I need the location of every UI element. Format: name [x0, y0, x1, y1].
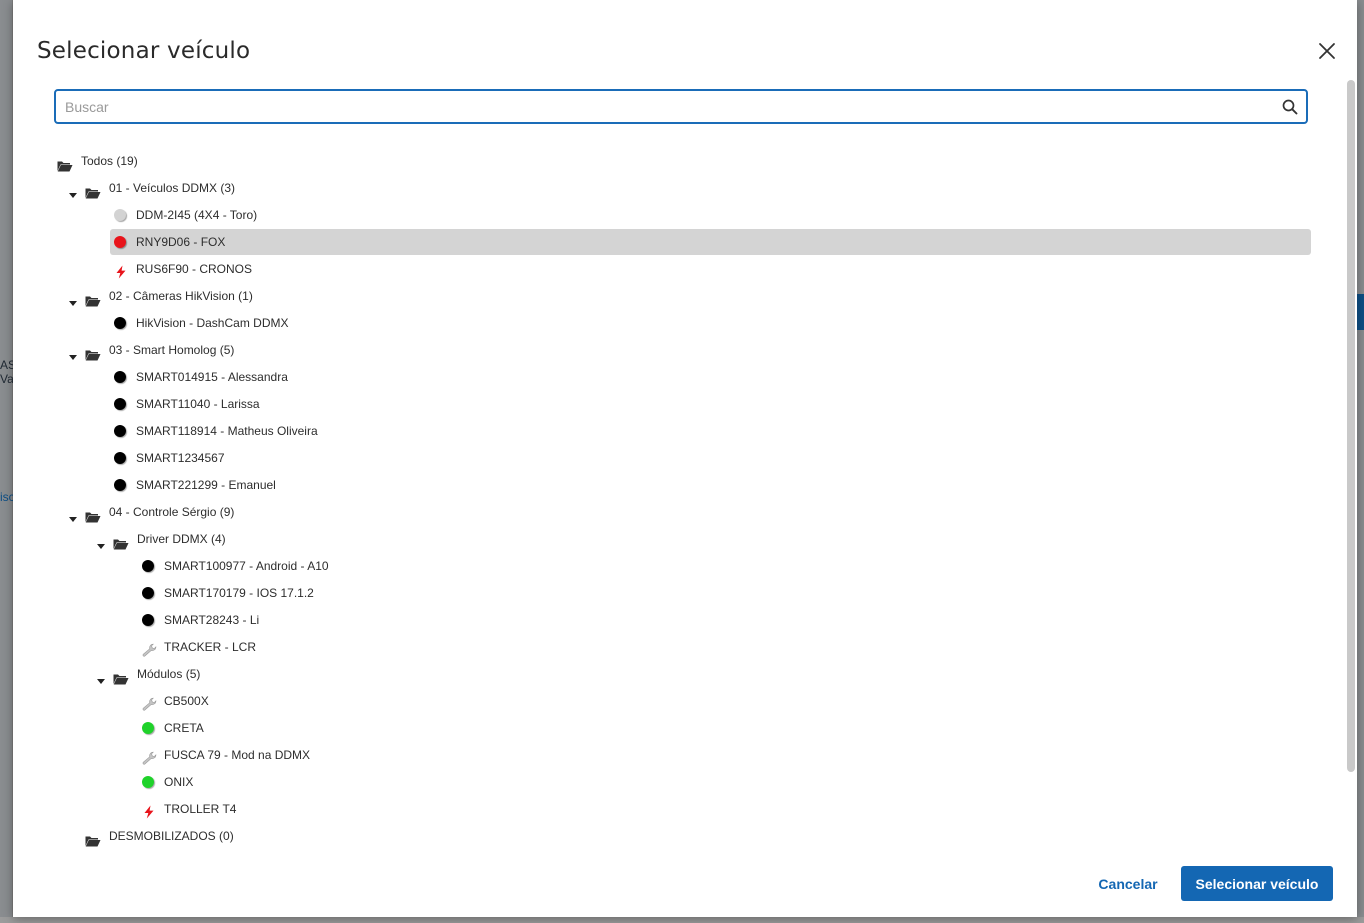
gray-status-dot-icon: [114, 209, 126, 221]
black-status-dot-icon: [114, 371, 126, 383]
tree-item-label: RUS6F90 - CRONOS: [136, 262, 253, 276]
tree-vehicle-item[interactable]: ONIX: [142, 769, 193, 795]
black-status-dot-icon: [114, 425, 126, 437]
tree-vehicle-item[interactable]: SMART170179 - IOS 17.1.2: [142, 580, 314, 606]
search-icon[interactable]: [1282, 99, 1298, 115]
green-status-dot-icon: [142, 722, 154, 734]
background-right-strip: [1356, 0, 1364, 923]
dialog-title: Selecionar veículo: [37, 38, 251, 64]
chevron-down-icon[interactable]: [96, 534, 106, 549]
tree-vehicle-item[interactable]: SMART014915 - Alessandra: [114, 364, 288, 390]
tree-item-label: SMART11040 - Larissa: [136, 397, 260, 411]
tree-item-label: SMART100977 - Android - A10: [164, 559, 329, 573]
chevron-right-icon[interactable]: [68, 831, 78, 841]
folder-open-icon: [85, 830, 101, 847]
tree-folder[interactable]: Todos (19): [57, 148, 138, 174]
black-status-dot-icon: [114, 479, 126, 491]
cancel-button[interactable]: Cancelar: [1083, 866, 1173, 901]
black-status-dot-icon: [114, 398, 126, 410]
tree-item-label: SMART1234567: [136, 451, 225, 465]
black-status-dot-icon: [114, 452, 126, 464]
tree-item-label: RNY9D06 - FOX: [136, 235, 226, 249]
tree-item-label: SMART28243 - Li: [164, 613, 260, 627]
green-status-dot-icon: [142, 776, 154, 788]
tree-item-label: SMART221299 - Emanuel: [136, 478, 276, 492]
wrench-icon: [142, 640, 157, 657]
chevron-down-icon[interactable]: [68, 345, 78, 360]
tree-folder[interactable]: 04 - Controle Sérgio (9): [68, 499, 234, 525]
tree-vehicle-item[interactable]: DDM-2I45 (4X4 - Toro): [114, 202, 257, 228]
tree-item-label: Módulos (5): [137, 667, 201, 681]
tree-vehicle-item[interactable]: HikVision - DashCam DDMX: [114, 310, 288, 336]
tree-item-label: SMART170179 - IOS 17.1.2: [164, 586, 314, 600]
black-status-dot-icon: [142, 614, 154, 626]
tree-vehicle-item[interactable]: RUS6F90 - CRONOS: [114, 256, 252, 282]
tree-item-label: CB500X: [164, 694, 209, 708]
tree-vehicle-item[interactable]: SMART100977 - Android - A10: [142, 553, 329, 579]
select-vehicle-dialog: Selecionar veículo Todos (19) 01 - Veícul…: [13, 0, 1357, 917]
black-status-dot-icon: [142, 560, 154, 572]
tree-vehicle-item[interactable]: FUSCA 79 - Mod na DDMX: [142, 742, 310, 768]
red-status-dot-icon: [114, 236, 126, 248]
tree-item-label: 02 - Câmeras HikVision (1): [109, 289, 253, 303]
tree-item-label: SMART014915 - Alessandra: [136, 370, 288, 384]
close-icon[interactable]: [1316, 40, 1338, 62]
tree-vehicle-item[interactable]: CRETA: [142, 715, 204, 741]
tree-item-label: CRETA: [164, 721, 204, 735]
tree-item-label: DESMOBILIZADOS (0): [109, 829, 234, 843]
tree-vehicle-item[interactable]: SMART221299 - Emanuel: [114, 472, 276, 498]
lightning-bolt-icon: [142, 802, 156, 819]
tree-item-label: TRACKER - LCR: [164, 640, 257, 654]
tree-item-label: SMART118914 - Matheus Oliveira: [136, 424, 318, 438]
tree-item-label: ONIX: [164, 775, 194, 789]
tree-item-label: DDM-2I45 (4X4 - Toro): [136, 208, 258, 222]
folder-open-icon: [85, 182, 101, 199]
black-status-dot-icon: [142, 587, 154, 599]
chevron-down-icon[interactable]: [96, 669, 106, 684]
folder-open-icon: [57, 155, 73, 172]
tree-item-label: HikVision - DashCam DDMX: [136, 316, 289, 330]
black-status-dot-icon: [114, 317, 126, 329]
folder-open-icon: [113, 533, 129, 550]
tree-folder[interactable]: Driver DDMX (4): [96, 526, 226, 552]
wrench-icon: [142, 694, 157, 711]
tree-folder[interactable]: Módulos (5): [96, 661, 200, 687]
tree-item-label: 01 - Veículos DDMX (3): [109, 181, 236, 195]
tree-item-label: 04 - Controle Sérgio (9): [109, 505, 235, 519]
tree-folder[interactable]: 03 - Smart Homolog (5): [68, 337, 234, 363]
tree-folder[interactable]: 02 - Câmeras HikVision (1): [68, 283, 253, 309]
tree-item-label: Driver DDMX (4): [137, 532, 226, 546]
tree-vehicle-item[interactable]: SMART118914 - Matheus Oliveira: [114, 418, 318, 444]
tree-folder[interactable]: 01 - Veículos DDMX (3): [68, 175, 235, 201]
tree-vehicle-item[interactable]: CB500X: [142, 688, 209, 714]
tree-item-label: TROLLER T4: [164, 802, 237, 816]
background-text: Va: [0, 372, 14, 386]
search-input[interactable]: [56, 91, 1266, 122]
lightning-bolt-icon: [114, 262, 128, 279]
chevron-down-icon[interactable]: [68, 183, 78, 198]
background-accent-bar: [1356, 294, 1364, 330]
wrench-icon: [142, 748, 157, 765]
folder-open-icon: [85, 506, 101, 523]
tree-vehicle-item[interactable]: SMART28243 - Li: [142, 607, 259, 633]
tree-vehicle-item[interactable]: TROLLER T4: [142, 796, 236, 822]
tree-item-label: 03 - Smart Homolog (5): [109, 343, 235, 357]
folder-open-icon: [113, 668, 129, 685]
tree-vehicle-item[interactable]: SMART1234567: [114, 445, 225, 471]
select-vehicle-button[interactable]: Selecionar veículo: [1181, 866, 1333, 901]
tree-item-label: Todos (19): [81, 154, 138, 168]
tree-vehicle-item[interactable]: TRACKER - LCR: [142, 634, 256, 660]
search-box: [54, 89, 1308, 124]
background-bottom-strip: [0, 917, 1364, 923]
chevron-down-icon[interactable]: [68, 291, 78, 306]
folder-open-icon: [85, 290, 101, 307]
tree-folder[interactable]: DESMOBILIZADOS (0): [68, 823, 234, 849]
tree-vehicle-item[interactable]: SMART11040 - Larissa: [114, 391, 260, 417]
background-left-strip: AS Va isc: [0, 0, 16, 923]
chevron-down-icon[interactable]: [68, 507, 78, 522]
tree-item-label: FUSCA 79 - Mod na DDMX: [164, 748, 311, 762]
tree-vehicle-item[interactable]: RNY9D06 - FOX: [110, 229, 1311, 255]
folder-open-icon: [85, 344, 101, 361]
scrollbar[interactable]: [1347, 80, 1355, 772]
